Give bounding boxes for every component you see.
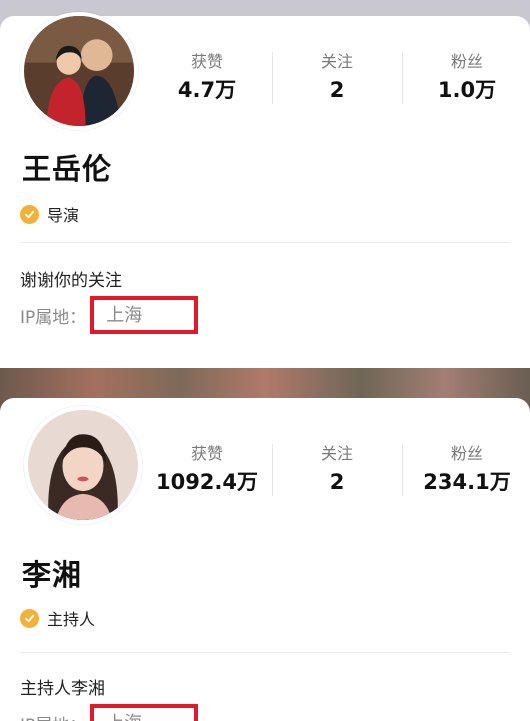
stat-label: 粉丝 xyxy=(450,444,483,463)
verified-check-icon xyxy=(20,204,39,224)
stat-following[interactable]: 关注 2 xyxy=(272,48,402,108)
profile-info-card: 获赞 1092.4万 关注 2 粉丝 234.1万 李湘 主持人 主持人李湘 I… xyxy=(0,398,530,721)
profile-name: 王岳伦 xyxy=(22,152,113,186)
profile-info-card: 获赞 4.7万 关注 2 粉丝 1.0万 王岳伦 导演 谢谢你的关注 IP属地： xyxy=(0,12,530,345)
stat-value: 1.0万 xyxy=(437,78,497,102)
stat-label: 获赞 xyxy=(190,52,223,71)
stat-value: 1092.4万 xyxy=(155,470,259,494)
ip-highlight-box: 上海 xyxy=(90,296,199,334)
stat-label: 关注 xyxy=(320,444,353,463)
ip-location-row: IP属地： 上海 xyxy=(20,296,199,334)
ip-location-row: IP属地： 上海 xyxy=(20,704,199,721)
stats-row: 获赞 4.7万 关注 2 粉丝 1.0万 xyxy=(142,48,530,108)
stat-value: 4.7万 xyxy=(177,78,237,102)
verified-tag: 导演 xyxy=(20,202,79,226)
avatar[interactable] xyxy=(20,12,138,130)
avatar-image xyxy=(24,16,134,126)
profile-card-2: 获赞 1092.4万 关注 2 粉丝 234.1万 李湘 主持人 主持人李湘 I… xyxy=(0,368,530,721)
stat-followers[interactable]: 粉丝 1.0万 xyxy=(402,48,530,108)
avatar[interactable] xyxy=(24,406,142,524)
verified-tag-label: 主持人 xyxy=(47,610,96,629)
ip-highlight-box: 上海 xyxy=(90,704,199,721)
ip-location-value: 上海 xyxy=(106,709,142,721)
stat-value: 2 xyxy=(329,470,345,494)
panel-gap xyxy=(0,345,530,368)
stat-likes[interactable]: 获赞 4.7万 xyxy=(142,48,272,108)
divider xyxy=(20,242,510,243)
profile-bio: 主持人李湘 xyxy=(20,679,105,699)
stat-label: 关注 xyxy=(320,52,353,71)
stat-value: 2 xyxy=(329,78,345,102)
verified-tag: 主持人 xyxy=(20,606,95,630)
stat-followers[interactable]: 粉丝 234.1万 xyxy=(402,440,530,500)
verified-check-icon xyxy=(20,608,39,628)
avatar-image xyxy=(28,410,138,520)
stat-following[interactable]: 关注 2 xyxy=(272,440,402,500)
verified-tag-label: 导演 xyxy=(47,206,80,225)
stat-label: 获赞 xyxy=(190,444,223,463)
profile-name: 李湘 xyxy=(22,558,83,592)
ip-location-label: IP属地： xyxy=(20,711,86,721)
ip-location-value: 上海 xyxy=(106,305,143,326)
stat-value: 234.1万 xyxy=(423,470,511,494)
profile-bio: 谢谢你的关注 xyxy=(20,271,122,291)
profile-card-1: 获赞 4.7万 关注 2 粉丝 1.0万 王岳伦 导演 谢谢你的关注 IP属地： xyxy=(0,0,530,345)
stat-label: 粉丝 xyxy=(450,52,483,71)
ip-location-label: IP属地： xyxy=(20,307,87,328)
stats-row: 获赞 1092.4万 关注 2 粉丝 234.1万 xyxy=(142,440,530,500)
divider xyxy=(20,652,510,653)
stat-likes[interactable]: 获赞 1092.4万 xyxy=(142,440,272,500)
